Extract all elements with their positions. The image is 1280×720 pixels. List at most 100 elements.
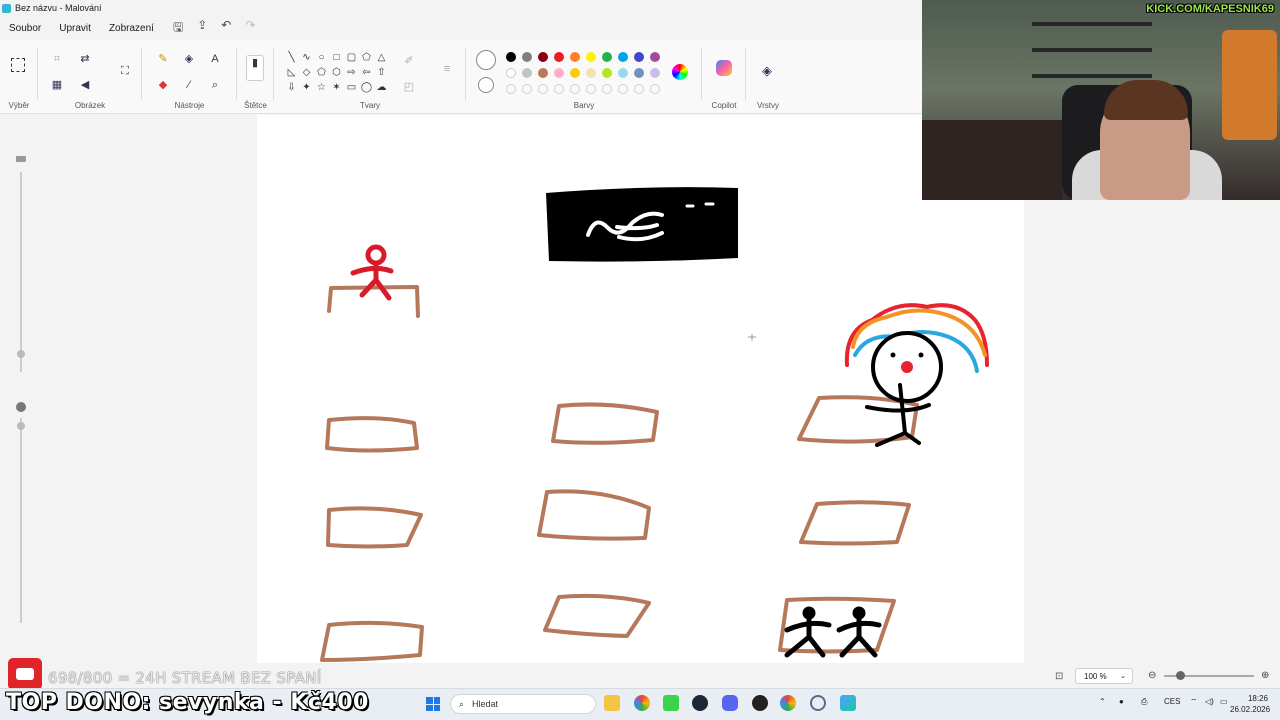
save-icon[interactable]: 🖫 xyxy=(173,18,183,39)
resize-icon[interactable]: ⇄ xyxy=(78,52,92,66)
tray-chevron-up-icon[interactable]: ⌃ xyxy=(1099,697,1106,706)
edit-colors-icon[interactable] xyxy=(672,64,688,80)
flip-icon[interactable]: ◀ xyxy=(78,78,92,92)
custom-color-slot[interactable] xyxy=(602,84,612,94)
selection-icon[interactable] xyxy=(11,58,25,72)
opacity-slider-track[interactable] xyxy=(20,418,22,623)
star5-shape-icon[interactable]: ☆ xyxy=(314,80,329,95)
color-swatch[interactable] xyxy=(522,68,532,78)
zoom-in-icon[interactable]: ⊕ xyxy=(1261,670,1269,681)
color-swatch[interactable] xyxy=(570,68,580,78)
opacity-slider-knob[interactable] xyxy=(17,422,25,430)
obs-icon[interactable] xyxy=(752,695,768,711)
custom-color-slot[interactable] xyxy=(554,84,564,94)
custom-color-slot[interactable] xyxy=(522,84,532,94)
kick-app-icon[interactable] xyxy=(663,695,679,711)
paint-taskbar-icon[interactable] xyxy=(840,695,856,711)
curve-shape-icon[interactable]: ∿ xyxy=(299,50,314,65)
rectangle-shape-icon[interactable]: □ xyxy=(329,50,344,65)
callout-rect-shape-icon[interactable]: ▭ xyxy=(344,80,359,95)
brush-icon[interactable]: ▮ xyxy=(246,55,264,81)
size-icon[interactable]: ≡ xyxy=(440,62,454,76)
primary-color-swatch[interactable] xyxy=(476,50,496,70)
color-swatch[interactable] xyxy=(554,68,564,78)
color-swatch[interactable] xyxy=(650,68,660,78)
color-swatch[interactable] xyxy=(554,52,564,62)
file-explorer-icon[interactable] xyxy=(604,695,620,711)
text-icon[interactable]: A xyxy=(208,52,222,66)
color-swatch[interactable] xyxy=(634,52,644,62)
arrow-right-shape-icon[interactable]: ⇨ xyxy=(344,65,359,80)
clock[interactable]: 18:26 26.02.2026 xyxy=(1230,693,1270,715)
eraser-icon[interactable]: ◆ xyxy=(156,78,170,92)
custom-color-slot[interactable] xyxy=(618,84,628,94)
arrow-left-shape-icon[interactable]: ⇦ xyxy=(359,65,374,80)
color-swatch[interactable] xyxy=(586,52,596,62)
settings-icon[interactable] xyxy=(810,695,826,711)
battery-icon[interactable]: ▭ xyxy=(1220,697,1228,706)
undo-icon[interactable]: ↶ xyxy=(221,18,231,39)
size-slider-knob[interactable] xyxy=(17,350,25,358)
color-swatch[interactable] xyxy=(570,52,580,62)
color-swatch[interactable] xyxy=(522,52,532,62)
polygon-shape-icon[interactable]: ⬠ xyxy=(359,50,374,65)
color-swatch[interactable] xyxy=(506,68,516,78)
line-shape-icon[interactable]: ╲ xyxy=(284,50,299,65)
triangle-shape-icon[interactable]: △ xyxy=(374,50,389,65)
menu-edit[interactable]: Upravit xyxy=(50,23,100,34)
custom-color-slot[interactable] xyxy=(538,84,548,94)
custom-color-slot[interactable] xyxy=(506,84,516,94)
star4-shape-icon[interactable]: ✦ xyxy=(299,80,314,95)
shape-fill-icon[interactable]: ◰ xyxy=(402,80,416,94)
discord-icon[interactable] xyxy=(722,695,738,711)
wifi-icon[interactable]: ⌔ xyxy=(1190,697,1198,707)
custom-color-slot[interactable] xyxy=(570,84,580,94)
volume-icon[interactable]: ◁) xyxy=(1205,697,1214,706)
rotate-icon[interactable]: ▦ xyxy=(50,78,64,92)
copilot-icon[interactable] xyxy=(716,60,732,76)
diamond-shape-icon[interactable]: ◇ xyxy=(299,65,314,80)
color-swatch[interactable] xyxy=(618,52,628,62)
color-swatch[interactable] xyxy=(602,68,612,78)
chrome-profile-icon[interactable] xyxy=(780,695,796,711)
drawing-canvas[interactable] xyxy=(257,115,1024,663)
outline-icon[interactable]: ✐ xyxy=(402,54,416,68)
zoom-dropdown[interactable]: 100 % ⌄ xyxy=(1075,668,1133,684)
color-swatch[interactable] xyxy=(618,68,628,78)
redo-icon[interactable]: ↷ xyxy=(245,18,255,39)
color-swatch[interactable] xyxy=(538,68,548,78)
star6-shape-icon[interactable]: ✶ xyxy=(329,80,344,95)
custom-color-slot[interactable] xyxy=(650,84,660,94)
color-swatch[interactable] xyxy=(634,68,644,78)
color-swatch[interactable] xyxy=(586,68,596,78)
zoom-slider-knob[interactable] xyxy=(1176,671,1185,680)
windows-start-icon[interactable] xyxy=(426,697,440,711)
layers-icon[interactable]: ◈ xyxy=(760,64,774,78)
crop-icon[interactable]: ⌗ xyxy=(50,52,64,66)
pentagon-shape-icon[interactable]: ⬠ xyxy=(314,65,329,80)
pencil-icon[interactable]: ✎ xyxy=(156,52,170,66)
arrow-up-shape-icon[interactable]: ⇧ xyxy=(374,65,389,80)
rounded-rect-shape-icon[interactable]: ▢ xyxy=(344,50,359,65)
background-remove-icon[interactable]: ⛶ xyxy=(118,64,132,78)
menu-file[interactable]: Soubor xyxy=(0,23,50,34)
network-tray-icon[interactable]: ● xyxy=(1119,697,1124,706)
magnifier-icon[interactable]: ⌕ xyxy=(208,78,222,92)
callout-cloud-shape-icon[interactable]: ☁ xyxy=(374,80,389,95)
menu-view[interactable]: Zobrazení xyxy=(100,23,163,34)
callout-oval-shape-icon[interactable]: ◯ xyxy=(359,80,374,95)
zoom-out-icon[interactable]: ⊖ xyxy=(1148,670,1156,681)
language-indicator[interactable]: CES xyxy=(1164,697,1180,706)
steam-icon[interactable] xyxy=(692,695,708,711)
color-picker-icon[interactable]: ⁄ xyxy=(182,78,196,92)
color-swatch[interactable] xyxy=(538,52,548,62)
mic-tray-icon[interactable]: ⎙ xyxy=(1141,697,1147,707)
chrome-icon[interactable] xyxy=(634,695,650,711)
size-slider-track[interactable] xyxy=(20,172,22,372)
fill-icon[interactable]: ◈ xyxy=(182,52,196,66)
oval-shape-icon[interactable]: ○ xyxy=(314,50,329,65)
secondary-color-swatch[interactable] xyxy=(478,77,494,93)
arrow-down-shape-icon[interactable]: ⇩ xyxy=(284,80,299,95)
hexagon-shape-icon[interactable]: ⬡ xyxy=(329,65,344,80)
taskbar-search[interactable]: ⌕ Hledat xyxy=(450,694,596,714)
